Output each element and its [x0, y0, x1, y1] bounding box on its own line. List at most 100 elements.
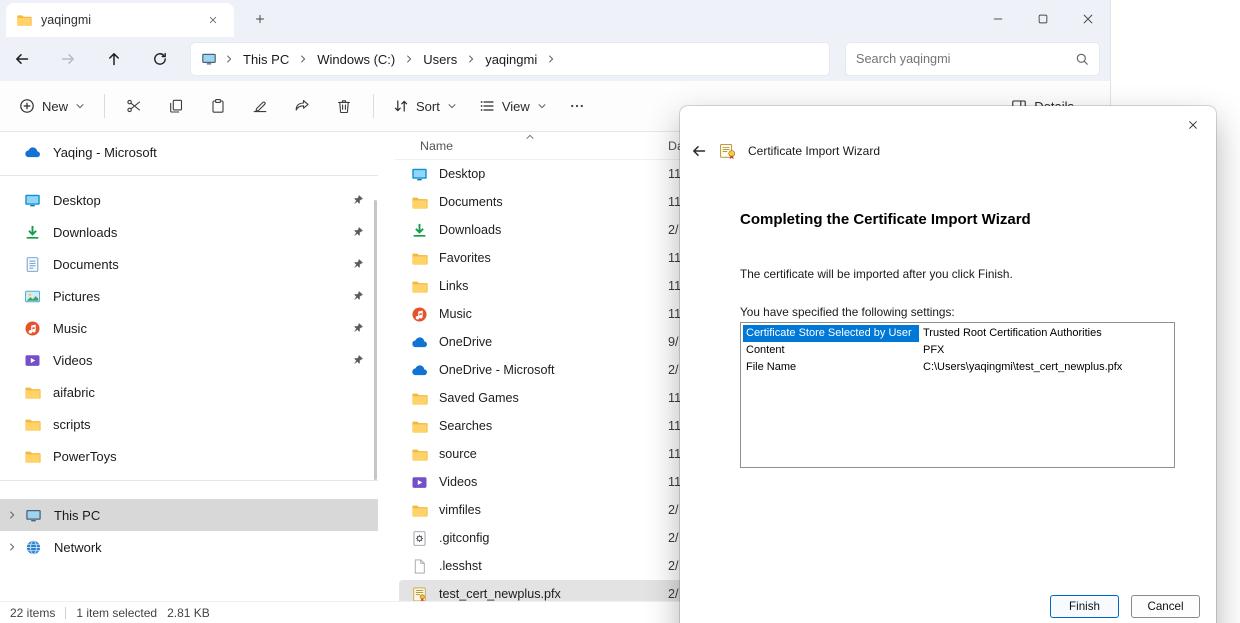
folder-icon	[24, 448, 41, 465]
back-arrow-icon[interactable]	[690, 142, 708, 160]
file-icon	[411, 558, 428, 575]
selection-size: 2.81 KB	[167, 606, 210, 620]
pin-icon	[352, 290, 364, 302]
chevron-down-icon	[75, 101, 85, 111]
pin-icon	[352, 194, 364, 206]
view-icon	[479, 98, 495, 114]
delete-button[interactable]	[323, 89, 365, 123]
sort-ascending-icon	[525, 132, 535, 142]
dialog-buttons: Finish Cancel	[1050, 595, 1200, 618]
monitor-icon	[25, 507, 42, 524]
copy-icon	[168, 98, 184, 114]
new-button[interactable]: New	[8, 89, 96, 123]
navigation-bar: This PC Windows (C:) Users yaqingmi	[0, 37, 1110, 81]
sidebar-item-videos[interactable]: Videos	[0, 344, 378, 376]
view-label: View	[502, 99, 530, 114]
nav-buttons	[4, 42, 178, 76]
breadcrumb-item-users[interactable]: Users	[421, 50, 459, 69]
close-icon	[1081, 12, 1095, 26]
sidebar-scrollbar[interactable]	[374, 200, 377, 480]
sidebar-item-music[interactable]: Music	[0, 312, 378, 344]
sidebar-item-network[interactable]: Network	[0, 531, 378, 563]
toolbar-divider	[104, 94, 105, 118]
cloud-icon	[411, 334, 428, 351]
dialog-close-icon[interactable]	[1178, 112, 1208, 138]
music-icon	[411, 306, 428, 323]
forward-nav-button[interactable]	[50, 42, 86, 76]
chevron-right-icon[interactable]	[7, 510, 17, 520]
sidebar-quick-access: DesktopDownloadsDocumentsPicturesMusicVi…	[0, 184, 378, 472]
cloud-icon	[411, 362, 428, 379]
back-nav-button[interactable]	[4, 42, 40, 76]
plus-icon	[254, 13, 266, 25]
sidebar-item-desktop[interactable]: Desktop	[0, 184, 378, 216]
share-button[interactable]	[281, 89, 323, 123]
minimize-window-button[interactable]	[975, 0, 1020, 37]
up-nav-button[interactable]	[96, 42, 132, 76]
tab-close-icon[interactable]	[202, 9, 224, 31]
settings-value: PFX	[919, 342, 948, 359]
wizard-heading: Completing the Certificate Import Wizard	[740, 211, 1031, 228]
maximize-window-button[interactable]	[1020, 0, 1065, 37]
sort-icon	[393, 98, 409, 114]
close-window-button[interactable]	[1065, 0, 1110, 37]
chevron-right-icon	[298, 54, 308, 64]
rename-button[interactable]	[239, 89, 281, 123]
breadcrumb-item-yaqingmi[interactable]: yaqingmi	[483, 50, 539, 69]
sidebar-divider	[0, 175, 378, 176]
refresh-nav-button[interactable]	[142, 42, 178, 76]
folder-icon	[24, 416, 41, 433]
new-tab-button[interactable]	[248, 8, 272, 30]
chevron-right-icon	[404, 54, 414, 64]
sort-label: Sort	[416, 99, 440, 114]
sidebar-item-pictures[interactable]: Pictures	[0, 280, 378, 312]
chevron-right-icon[interactable]	[7, 542, 17, 552]
sidebar-item-documents[interactable]: Documents	[0, 248, 378, 280]
paste-button[interactable]	[197, 89, 239, 123]
maximize-icon	[1036, 12, 1050, 26]
settings-list[interactable]: Certificate Store Selected by UserTruste…	[740, 322, 1175, 468]
search-box[interactable]	[845, 42, 1100, 76]
this-pc-icon	[201, 51, 217, 67]
sidebar-item-downloads[interactable]: Downloads	[0, 216, 378, 248]
pictures-icon	[24, 288, 41, 305]
breadcrumb-item-windows-c[interactable]: Windows (C:)	[315, 50, 397, 69]
chevron-right-icon	[546, 54, 556, 64]
explorer-tab[interactable]: yaqingmi	[6, 3, 234, 37]
column-header-name[interactable]: Name	[420, 139, 453, 153]
view-button[interactable]: View	[468, 89, 558, 123]
cancel-button[interactable]: Cancel	[1131, 595, 1200, 618]
certificate-wizard-icon	[719, 142, 737, 160]
gearfile-icon	[411, 530, 428, 547]
settings-key: Content	[743, 342, 919, 359]
sidebar-tree: This PCNetwork	[0, 499, 378, 563]
sidebar-item-this-pc[interactable]: This PC	[0, 499, 378, 531]
see-more-button[interactable]	[558, 89, 596, 123]
sort-button[interactable]: Sort	[382, 89, 468, 123]
settings-key: File Name	[743, 359, 919, 376]
status-divider	[65, 607, 66, 619]
sidebar-item-powertoys[interactable]: PowerToys	[0, 440, 378, 472]
search-input[interactable]	[856, 52, 1075, 66]
cut-icon	[126, 98, 142, 114]
up-icon	[106, 51, 122, 67]
copy-button[interactable]	[155, 89, 197, 123]
settings-row[interactable]: Certificate Store Selected by UserTruste…	[743, 325, 1172, 342]
sidebar-item-scripts[interactable]: scripts	[0, 408, 378, 440]
selection-count: 1 item selected	[76, 606, 157, 620]
cut-button[interactable]	[113, 89, 155, 123]
sidebar-item-aifabric[interactable]: aifabric	[0, 376, 378, 408]
settings-row[interactable]: ContentPFX	[743, 342, 1172, 359]
finish-button[interactable]: Finish	[1050, 595, 1119, 618]
onedrive-label: Yaqing - Microsoft	[53, 145, 157, 160]
folder-icon	[411, 194, 428, 211]
share-icon	[294, 98, 310, 114]
breadcrumb[interactable]: This PC Windows (C:) Users yaqingmi	[190, 42, 830, 76]
sidebar-item-onedrive[interactable]: Yaqing - Microsoft	[0, 137, 378, 167]
screen: yaqingmi This PC Windows (C:) Users yaqingm…	[0, 0, 1240, 623]
settings-row[interactable]: File NameC:\Users\yaqingmi\test_cert_new…	[743, 359, 1172, 376]
chevron-down-icon	[447, 101, 457, 111]
new-label: New	[42, 99, 68, 114]
breadcrumb-item-this-pc[interactable]: This PC	[241, 50, 291, 69]
item-count: 22 items	[10, 606, 55, 620]
